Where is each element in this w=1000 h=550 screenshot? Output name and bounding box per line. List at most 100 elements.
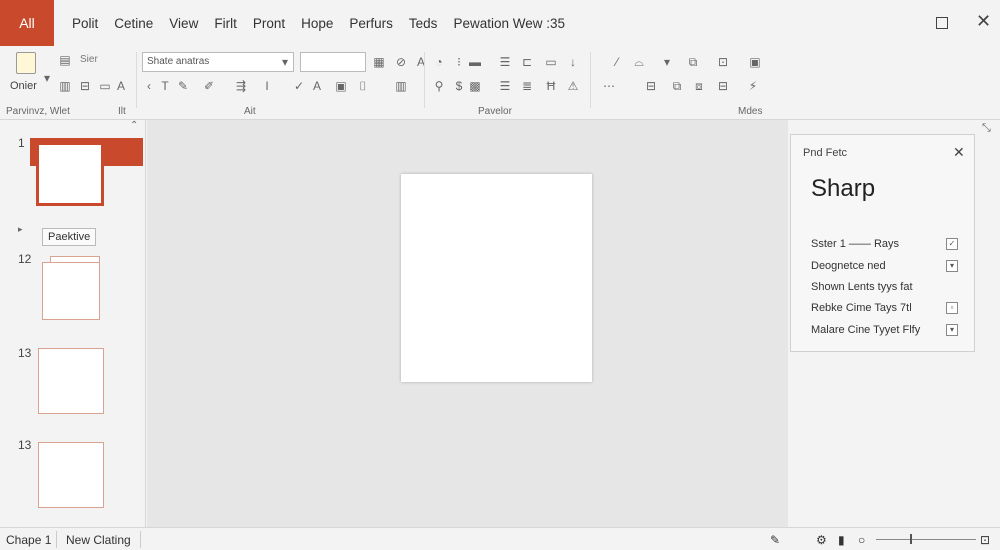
right-area: ⤡ Pnd Fetc ✕ Sharp Sster 1 —— Rays ✓ Deo… (788, 120, 1000, 527)
ribbon: Onier ▾ ▤ Sier ▥ ⊟ ▭ A Shate anatras ▾ ▦… (0, 46, 1000, 120)
option-checkbox[interactable]: ✓ (946, 238, 958, 250)
menu-item-teds[interactable]: Teds (409, 16, 438, 31)
shadow-icon[interactable]: ▥ (394, 80, 408, 92)
replace-icon[interactable]: ⊡ (716, 56, 730, 68)
zoom-slider[interactable] (876, 539, 976, 540)
shape-outline-icon[interactable]: ⋯ (602, 80, 616, 92)
align-left-icon[interactable]: $ (452, 80, 466, 92)
notes-button[interactable]: New Clating (66, 533, 131, 547)
menu-item-hope[interactable]: Hope (301, 16, 333, 31)
slide-thumbnail-2[interactable] (42, 262, 100, 320)
slide-thumbnail-pane: ⌃ 1 ▸ Paektive 12 13 13 (0, 120, 146, 527)
menu-item-cetine[interactable]: Cetine (114, 16, 153, 31)
status-divider (56, 531, 57, 548)
menu-item-firlt[interactable]: Firlt (214, 16, 237, 31)
slide-number: 12 (18, 252, 32, 266)
menu-bar: All Polit Cetine View Firlt Pront Hope P… (0, 0, 1000, 46)
slide-thumbnail-4[interactable] (38, 442, 104, 508)
menu-item-pewation[interactable]: Pewation Wew :35 (453, 16, 565, 31)
expand-icon[interactable]: ⤡ (982, 122, 991, 135)
slide-thumbnail-1[interactable] (36, 142, 104, 206)
close-window-button[interactable]: ✕ (976, 11, 991, 32)
new-slide-icon[interactable]: ▤ (58, 54, 72, 66)
align-text-icon[interactable]: ☰ (498, 80, 512, 92)
status-bar: Chape 1 New Clating ✎ ⚙ ▮ ○ ⊡ (0, 527, 1000, 550)
select-icon[interactable]: ▣ (748, 56, 762, 68)
menu-item-polit[interactable]: Polit (72, 16, 98, 31)
collapse-pane-icon[interactable]: ⌃ (130, 120, 138, 131)
section-icon[interactable]: ▭ (98, 80, 112, 92)
bold-icon[interactable]: ‹ (142, 80, 156, 92)
new-slide-label[interactable]: Sier (80, 54, 98, 65)
align-center-icon[interactable]: ▩ (468, 80, 482, 92)
font-name-box[interactable]: Shate anatras (142, 52, 294, 72)
line-spacing-icon[interactable]: ⚲ (432, 80, 446, 92)
format-painter-icon[interactable]: ⊘ (394, 56, 408, 68)
justify-icon[interactable]: ⊏ (520, 56, 534, 68)
italic-icon[interactable]: T (158, 80, 172, 92)
numbering-icon[interactable]: ⁝ (452, 56, 466, 68)
font-color-icon[interactable]: A (310, 80, 324, 92)
clear-format-icon[interactable]: ▦ (372, 56, 386, 68)
columns-icon[interactable]: ▭ (544, 56, 558, 68)
option-label: Rebke Cime Tays 7tl (811, 302, 912, 314)
option-checkbox[interactable]: ▾ (946, 260, 958, 272)
check-icon[interactable]: ✓ (292, 80, 306, 92)
edit-icon[interactable]: ✎ (770, 533, 780, 547)
menu-item-perfurs[interactable]: Perfurs (349, 16, 393, 31)
option-label: Deognetce ned (811, 260, 886, 272)
font-dropdown-icon[interactable]: ▾ (278, 56, 292, 68)
smartart-icon[interactable]: ≣ (520, 80, 534, 92)
fit-slide-icon[interactable]: ⊡ (980, 533, 990, 547)
layout-icon[interactable]: ▥ (58, 80, 72, 92)
current-slide[interactable] (401, 174, 592, 382)
paste-icon[interactable] (16, 52, 36, 74)
copy-icon[interactable]: ⧉ (670, 80, 684, 92)
reset-icon[interactable]: ⊟ (78, 80, 92, 92)
group-label-editing: Mdes (738, 106, 763, 117)
zoom-out-icon[interactable]: ○ (858, 533, 865, 547)
menu-item-pront[interactable]: Pront (253, 16, 285, 31)
duplicate-icon[interactable]: ⧈ (692, 80, 706, 92)
designer-icon[interactable]: ⚡ (746, 80, 760, 92)
slide-indicator[interactable]: Chape 1 (6, 533, 51, 547)
quick-styles-icon[interactable]: ⌓ (632, 56, 646, 68)
find-icon[interactable]: ⧉ (686, 56, 700, 68)
underline-icon[interactable]: I (260, 80, 274, 92)
text-direction-down-icon[interactable]: ↓ (566, 56, 580, 68)
dictate-icon[interactable]: ⊟ (716, 80, 730, 92)
arrange-icon[interactable]: ⁄ (610, 56, 624, 68)
pencil-icon[interactable]: ✎ (176, 80, 190, 92)
slide-number: 1 (18, 136, 25, 150)
text-effects-icon[interactable]: ▣ (334, 80, 348, 92)
close-icon[interactable]: ✕ (953, 144, 965, 161)
text-direction-icon[interactable]: A (114, 80, 128, 92)
highlight-icon[interactable]: ✐ (202, 80, 216, 92)
shape-fill-icon[interactable]: ▾ (660, 56, 674, 68)
spacing-icon[interactable]: ⌷ (356, 80, 370, 92)
slide-number: 13 (18, 438, 32, 452)
slide-thumbnail-3[interactable] (38, 348, 104, 414)
font-size-box[interactable] (300, 52, 366, 72)
maximize-button[interactable] (936, 17, 948, 29)
shrink-font-icon[interactable]: A (414, 56, 428, 68)
indent-icon[interactable]: ▬ (468, 56, 482, 68)
file-tab[interactable]: All (0, 0, 54, 46)
reading-view-icon[interactable]: ▮ (838, 533, 845, 547)
bullets-icon[interactable]: ◔ (432, 56, 446, 68)
option-label: Shown Lents tyys fat (811, 281, 913, 293)
option-checkbox[interactable]: ▫ (946, 302, 958, 314)
settings-icon[interactable]: ⚙ (816, 533, 827, 547)
warning-icon[interactable]: ⚠ (566, 80, 580, 92)
option-checkbox[interactable]: ▾ (946, 324, 958, 336)
strike-icon[interactable]: ⇶ (234, 80, 248, 92)
shape-effects-icon[interactable]: ⊟ (644, 80, 658, 92)
tooltip: Paektive (42, 228, 97, 246)
zoom-slider-handle[interactable] (910, 534, 912, 544)
align-right-icon[interactable]: ☰ (498, 56, 512, 68)
section-arrow-icon[interactable]: ▸ (18, 224, 23, 235)
menu-item-view[interactable]: View (169, 16, 198, 31)
paste-label[interactable]: Onier (10, 80, 37, 92)
shape-icon[interactable]: Ħ (544, 80, 558, 92)
chevron-down-icon[interactable]: ▾ (40, 72, 54, 84)
